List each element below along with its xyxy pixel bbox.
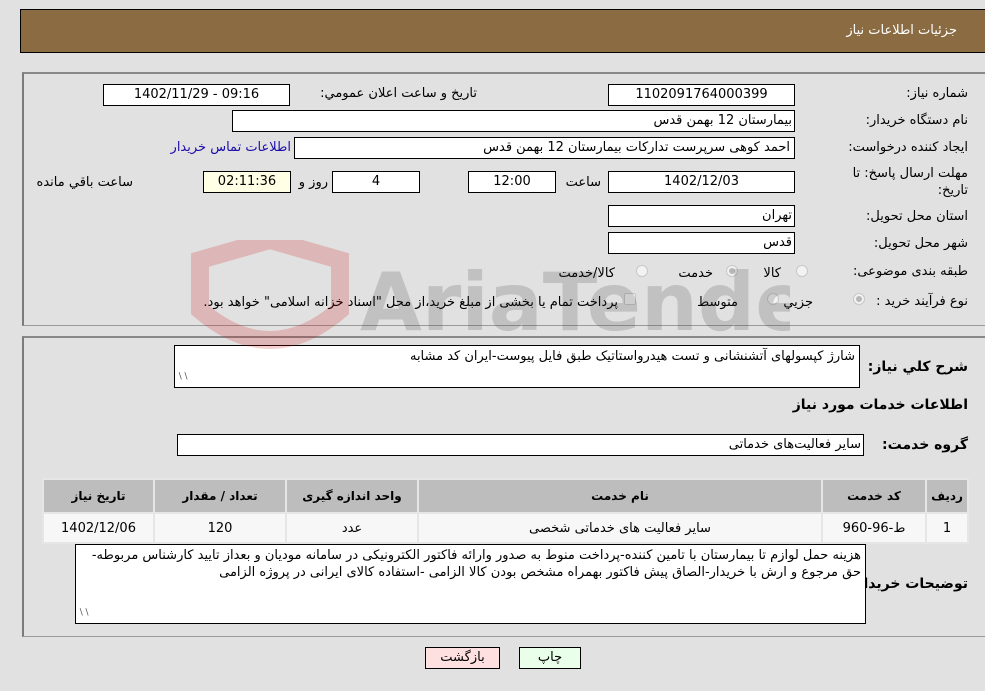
resize-grip-icon[interactable]: ∖∖ (78, 605, 89, 622)
announce-field[interactable]: 1402/11/29 - 09:16 (103, 84, 290, 106)
print-button[interactable]: چاپ (519, 647, 581, 669)
treasury-checkbox-label: پرداخت تمام یا بخشی از مبلغ خرید،از محل … (203, 295, 618, 310)
remaining-time-field[interactable]: 02:11:36 (203, 171, 291, 193)
need-number-field[interactable]: 1102091764000399 (608, 84, 795, 106)
category-radio-service[interactable] (726, 265, 738, 277)
category-service-label: خدمت (678, 266, 713, 281)
province-field[interactable]: تهران (608, 205, 795, 227)
need-info-panel: شماره نیاز: 1102091764000399 تاریخ و ساع… (22, 72, 985, 326)
need-details-panel: شرح کلي نیاز: شارژ کپسولهای آتشنشانی و ت… (22, 336, 985, 637)
service-code: ط-96-960 (821, 512, 927, 544)
table-row: 1 ط-96-960 سایر فعالیت های خدماتی شخصی ع… (42, 512, 969, 544)
back-button[interactable]: بازگشت (425, 647, 500, 669)
col-service-name: نام خدمت (417, 478, 823, 514)
purchase-type-medium-label: متوسط (697, 295, 738, 310)
services-table: ردیف کد خدمت نام خدمت واحد اندازه گیری ت… (42, 478, 969, 544)
description-field[interactable]: شارژ کپسولهای آتشنشانی و تست هیدرواستاتی… (174, 345, 860, 388)
buyer-org-field[interactable]: بیمارستان 12 بهمن قدس (232, 110, 795, 132)
purchase-type-radio-minor[interactable] (853, 293, 865, 305)
remaining-days-field[interactable]: 4 (332, 171, 420, 193)
col-unit: واحد اندازه گیری (285, 478, 419, 514)
need-number-label: شماره نیاز: (906, 86, 968, 101)
need-date: 1402/12/06 (42, 512, 155, 544)
requester-label: ایجاد کننده درخواست: (848, 140, 968, 155)
deadline-label: مهلت ارسال پاسخ: تا تاریخ: (852, 166, 968, 198)
city-label: شهر محل تحویل: (873, 236, 968, 251)
service-group-field[interactable]: سایر فعالیت‌های خدماتی (177, 434, 864, 456)
resize-grip-icon[interactable]: ∖∖ (177, 369, 188, 386)
purchase-type-radio-medium[interactable] (767, 293, 779, 305)
buyer-notes-field[interactable]: هزینه حمل لوازم تا بیمارستان با تامین کن… (75, 544, 866, 624)
province-label: استان محل تحویل: (866, 209, 968, 224)
deadline-date-field[interactable]: 1402/12/03 (608, 171, 795, 193)
requester-field[interactable]: احمد کوهی سرپرست تدارکات بیمارستان 12 به… (294, 137, 795, 159)
category-label: طبقه بندی موضوعی: (852, 264, 968, 279)
page-header: جزئیات اطلاعات نیاز (20, 9, 985, 53)
service-group-label: گروه خدمت: (882, 437, 968, 453)
category-radio-goods-service[interactable] (636, 265, 648, 277)
col-row-number: ردیف (925, 478, 969, 514)
purchase-type-label: نوع فرآیند خرید : (876, 294, 968, 309)
buyer-contact-link[interactable]: اطلاعات تماس خریدار (171, 140, 291, 155)
announce-label: تاریخ و ساعت اعلان عمومي: (320, 86, 477, 101)
category-goods-label: کالا (763, 266, 781, 281)
services-heading: اطلاعات خدمات مورد نیاز (792, 397, 968, 413)
treasury-checkbox[interactable] (624, 293, 636, 305)
col-service-code: کد خدمت (821, 478, 927, 514)
col-quantity: تعداد / مقدار (153, 478, 287, 514)
days-label: روز و (298, 175, 328, 190)
remaining-label: ساعت باقي مانده (36, 175, 133, 190)
page-title: جزئیات اطلاعات نیاز (846, 23, 957, 38)
category-goods-service-label: کالا/خدمت (558, 266, 615, 281)
unit: عدد (285, 512, 419, 544)
buyer-notes-label: توضیحات خریدار: (849, 576, 968, 592)
description-text: شارژ کپسولهای آتشنشانی و تست هیدرواستاتی… (409, 349, 855, 364)
table-header-row: ردیف کد خدمت نام خدمت واحد اندازه گیری ت… (42, 478, 969, 514)
buyer-notes-text: هزینه حمل لوازم تا بیمارستان با تامین کن… (91, 548, 861, 580)
col-need-date: تاریخ نیاز (42, 478, 155, 514)
category-radio-goods[interactable] (796, 265, 808, 277)
buyer-org-label: نام دستگاه خریدار: (865, 113, 968, 128)
city-field[interactable]: قدس (608, 232, 795, 254)
description-label: شرح کلي نیاز: (867, 359, 968, 375)
quantity: 120 (153, 512, 287, 544)
row-number: 1 (925, 512, 969, 544)
deadline-time-label: ساعت (565, 175, 601, 190)
service-name: سایر فعالیت های خدماتی شخصی (417, 512, 823, 544)
purchase-type-minor-label: جزيي (783, 295, 813, 310)
deadline-time-field[interactable]: 12:00 (468, 171, 556, 193)
